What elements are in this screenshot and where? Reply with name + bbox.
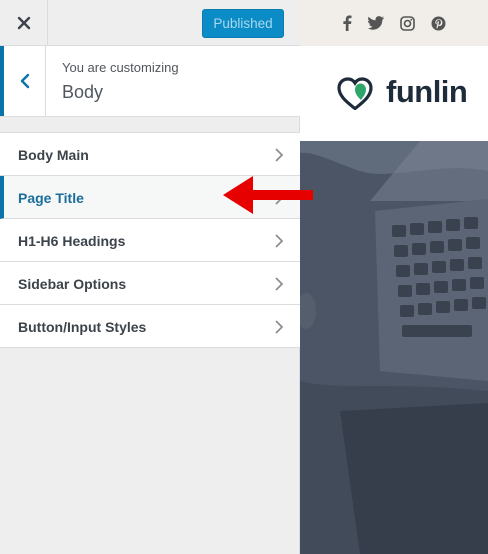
- social-bar: [300, 0, 488, 46]
- back-button[interactable]: [0, 46, 46, 116]
- annotation-arrow: [223, 176, 313, 214]
- menu-item-label: H1-H6 Headings: [18, 233, 126, 249]
- twitter-icon[interactable]: [368, 16, 384, 30]
- menu-item-label: Sidebar Options: [18, 276, 127, 292]
- chevron-right-icon: [275, 234, 284, 248]
- menu-item-sidebar-options[interactable]: Sidebar Options: [0, 262, 300, 305]
- heart-logo-icon[interactable]: [336, 76, 384, 110]
- hero-image: [300, 141, 488, 554]
- menu-item-label: Button/Input Styles: [18, 319, 147, 335]
- section-menu: Body Main Page Title H1-H6 Headings Side…: [0, 132, 300, 348]
- laptop-photo: [300, 141, 488, 554]
- menu-item-headings[interactable]: H1-H6 Headings: [0, 219, 300, 262]
- menu-item-button-input-styles[interactable]: Button/Input Styles: [0, 305, 300, 348]
- publish-button[interactable]: Published: [202, 9, 284, 38]
- menu-item-label: Body Main: [18, 147, 89, 163]
- chevron-right-icon: [275, 148, 284, 162]
- site-preview: funlin: [300, 0, 488, 554]
- section-header: You are customizing Body: [0, 46, 300, 117]
- customizing-label: You are customizing: [62, 60, 179, 75]
- facebook-icon[interactable]: [342, 15, 352, 31]
- pinterest-icon[interactable]: [431, 16, 446, 31]
- site-logo-text[interactable]: funlin: [386, 74, 468, 110]
- site-header: funlin: [300, 46, 488, 141]
- chevron-left-icon: [20, 73, 29, 89]
- chevron-right-icon: [275, 277, 284, 291]
- chevron-right-icon: [275, 320, 284, 334]
- menu-item-label: Page Title: [18, 190, 84, 206]
- customizer-panel: Published You are customizing Body Body …: [0, 0, 300, 554]
- section-title: Body: [62, 82, 104, 102]
- customizer-topbar: Published: [0, 0, 300, 46]
- close-icon: [17, 16, 30, 29]
- close-button[interactable]: [0, 0, 48, 45]
- instagram-icon[interactable]: [400, 15, 415, 31]
